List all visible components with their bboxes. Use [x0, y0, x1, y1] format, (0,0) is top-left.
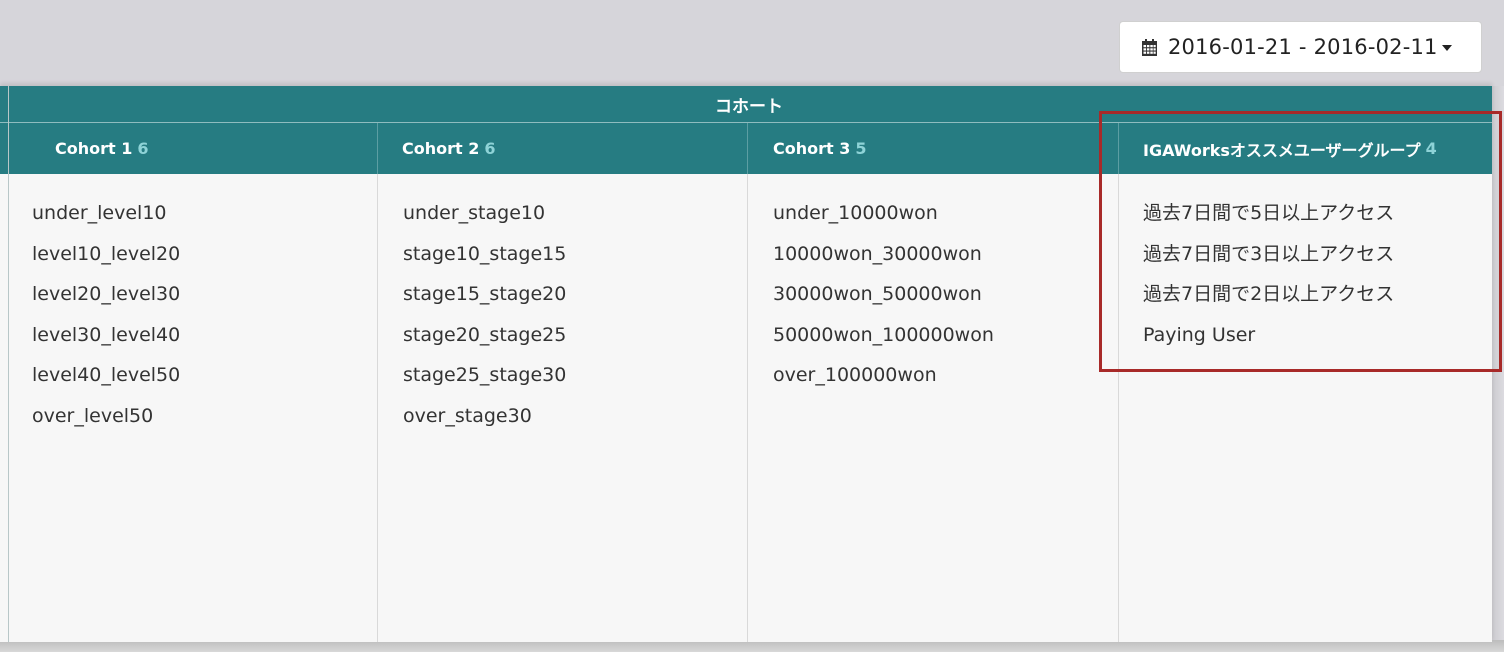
list-item[interactable]: 50000won_100000won: [773, 322, 994, 363]
cohort-group-title: コホート: [715, 96, 783, 117]
panel-shadow-right: [1490, 86, 1504, 652]
list-item[interactable]: 10000won_30000won: [773, 241, 994, 282]
date-range-picker-button[interactable]: 2016-01-21 - 2016-02-11: [1119, 21, 1482, 73]
column-header-cohort-2[interactable]: Cohort 2 6: [402, 123, 496, 174]
table-left-border: [8, 86, 9, 642]
caret-down-icon: [1441, 45, 1452, 51]
list-item[interactable]: level30_level40: [32, 322, 180, 363]
list-item[interactable]: stage10_stage15: [403, 241, 566, 282]
list-item[interactable]: under_level10: [32, 200, 180, 241]
list-item[interactable]: level40_level50: [32, 362, 180, 403]
column-divider: [377, 123, 378, 174]
column-name: Cohort 3: [773, 139, 851, 158]
list-item[interactable]: under_10000won: [773, 200, 994, 241]
list-item[interactable]: 過去7日間で5日以上アクセス: [1143, 200, 1394, 241]
cohort-table: コホート Cohort 1 6 Cohort 2 6 Cohort 3 5 IG…: [0, 86, 1492, 642]
column-count: 6: [137, 139, 149, 158]
list-item[interactable]: stage15_stage20: [403, 281, 566, 322]
list-item[interactable]: 過去7日間で2日以上アクセス: [1143, 281, 1394, 322]
igaworks-recommended-list: 過去7日間で5日以上アクセス 過去7日間で3日以上アクセス 過去7日間で2日以上…: [1143, 200, 1394, 362]
column-header-cohort-3[interactable]: Cohort 3 5: [773, 123, 867, 174]
list-item[interactable]: 過去7日間で3日以上アクセス: [1143, 241, 1394, 282]
list-item[interactable]: level20_level30: [32, 281, 180, 322]
list-item[interactable]: over_100000won: [773, 362, 994, 403]
list-item[interactable]: over_stage30: [403, 403, 566, 444]
cohort-group-header: コホート: [0, 86, 1492, 123]
list-item[interactable]: level10_level20: [32, 241, 180, 282]
date-range-label: 2016-01-21 - 2016-02-11: [1168, 35, 1438, 59]
column-name: Cohort 1: [55, 139, 133, 158]
cohort-column-headers: Cohort 1 6 Cohort 2 6 Cohort 3 5 IGAWork…: [0, 123, 1492, 174]
list-item[interactable]: stage20_stage25: [403, 322, 566, 363]
column-divider: [1118, 123, 1119, 642]
list-item[interactable]: under_stage10: [403, 200, 566, 241]
column-count: 6: [484, 139, 496, 158]
list-item[interactable]: Paying User: [1143, 322, 1394, 363]
list-item[interactable]: stage25_stage30: [403, 362, 566, 403]
column-divider: [377, 123, 378, 642]
column-name: Cohort 2: [402, 139, 480, 158]
column-header-igaworks-recommended[interactable]: IGAWorksオススメユーザーグループ 4: [1143, 123, 1437, 174]
cohort-3-list: under_10000won 10000won_30000won 30000wo…: [773, 200, 994, 403]
cohort-2-list: under_stage10 stage10_stage15 stage15_st…: [403, 200, 566, 444]
list-item[interactable]: over_level50: [32, 403, 180, 444]
column-divider: [1118, 123, 1119, 174]
column-count: 5: [855, 139, 867, 158]
calendar-icon: [1142, 38, 1157, 56]
column-header-cohort-1[interactable]: Cohort 1 6: [55, 123, 149, 174]
column-name: IGAWorksオススメユーザーグループ: [1143, 140, 1421, 160]
column-count: 4: [1425, 139, 1437, 158]
list-item[interactable]: 30000won_50000won: [773, 281, 994, 322]
column-divider: [747, 123, 748, 642]
column-divider: [747, 123, 748, 174]
cohort-1-list: under_level10 level10_level20 level20_le…: [32, 200, 180, 444]
